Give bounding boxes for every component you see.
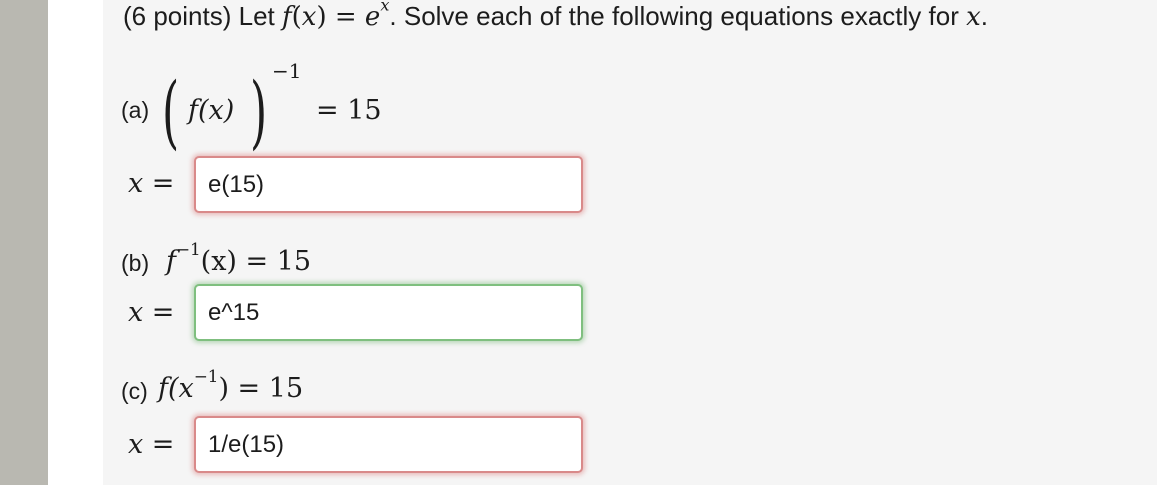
- part-a-answer-value: e(15): [208, 170, 265, 198]
- part-c-x-label: x =: [128, 429, 175, 460]
- part-b-answer-value: e^15: [208, 298, 260, 326]
- left-margin: [48, 0, 103, 485]
- part-a-answer-input[interactable]: e(15): [194, 156, 583, 213]
- definition-math: f(x) = ex: [281, 0, 390, 32]
- part-a-inner: f(x): [188, 95, 235, 126]
- question-variable: x: [966, 2, 981, 32]
- part-a-exponent: −1: [272, 59, 302, 83]
- part-b-equation: f−1(x) = 15: [166, 238, 312, 277]
- part-a-x-label: x =: [128, 168, 175, 199]
- question-prefix: (6 points) Let: [123, 1, 282, 31]
- part-c-answer-input[interactable]: 1/e(15): [194, 416, 583, 473]
- left-sidebar: [0, 0, 48, 485]
- part-b-x-label: x =: [128, 297, 175, 328]
- part-a-rhs: = 15: [316, 95, 382, 126]
- part-a-close-paren: ): [250, 65, 268, 158]
- part-b-answer-input[interactable]: e^15: [194, 284, 583, 341]
- part-a-open-paren: (: [162, 65, 180, 158]
- question-title: (6 points) Let f(x) = ex. Solve each of …: [123, 0, 988, 32]
- page: (6 points) Let f(x) = ex. Solve each of …: [0, 0, 1157, 485]
- question-instructions: . Solve each of the following equations …: [389, 1, 967, 31]
- part-c-answer-value: 1/e(15): [208, 430, 285, 458]
- part-b-label: (b): [121, 250, 150, 276]
- part-a-label: (a): [121, 97, 150, 123]
- part-c-label: (c): [121, 378, 148, 404]
- part-c-equation: f(x−1) = 15: [158, 365, 304, 404]
